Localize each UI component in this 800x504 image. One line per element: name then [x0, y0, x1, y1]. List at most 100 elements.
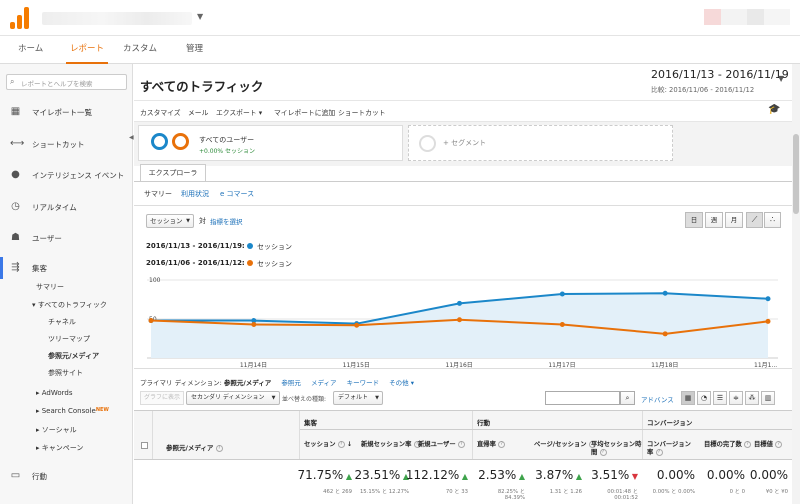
- data-point: [457, 317, 462, 323]
- help-icon[interactable]: ?: [775, 440, 783, 448]
- account-selector[interactable]: [42, 12, 192, 25]
- advanced-filter-link[interactable]: アドバンス: [641, 394, 674, 404]
- sidebar-sub-campaign[interactable]: ▸ キャンペーン: [36, 443, 83, 453]
- help-icon[interactable]: ?: [337, 440, 345, 448]
- analytics-logo-icon[interactable]: [10, 7, 30, 29]
- term-cloud-icon[interactable]: ⁂: [745, 391, 759, 405]
- sidebar-sub-referrals[interactable]: 参照サイト: [48, 368, 83, 378]
- dimension-link-keyword[interactable]: キーワード: [347, 379, 380, 387]
- sidebar-sub-adwords[interactable]: ▸ AdWords: [36, 389, 73, 397]
- sidebar-item-my-reports[interactable]: ▦ マイレポート一覧: [0, 102, 133, 122]
- column-header[interactable]: ページ/セッション ?: [534, 439, 596, 448]
- sidebar-sub-summary[interactable]: サマリー: [36, 282, 64, 292]
- dimension-header[interactable]: 参照元/メディア ?: [166, 442, 223, 452]
- tab-explorer[interactable]: エクスプローラ: [140, 164, 206, 182]
- pivot-view-icon[interactable]: ▥: [761, 391, 775, 405]
- column-header[interactable]: 直帰率 ?: [477, 439, 506, 448]
- table-controls: グラフに表示 セカンダリ ディメンション ▼ 並べ替えの種類: デフォルト ▼ ⌕ …: [134, 389, 792, 409]
- scrollbar[interactable]: [792, 64, 800, 504]
- add-segment[interactable]: + セグメント: [408, 125, 673, 161]
- select-all-checkbox[interactable]: [141, 442, 148, 449]
- subtab-ecommerce[interactable]: e コマース: [220, 189, 254, 199]
- sidebar-item-audience[interactable]: ☗ ユーザー: [0, 228, 133, 248]
- column-header[interactable]: 新規セッション率 ?: [361, 439, 421, 448]
- total-value-text: 0.00%: [706, 468, 745, 482]
- segment-card-all-users[interactable]: すべてのユーザー +0.00% セッション: [138, 125, 403, 161]
- column-header[interactable]: 目標値 ?: [754, 439, 783, 448]
- dimension-link-medium[interactable]: メディア: [311, 379, 337, 387]
- tab-home[interactable]: ホーム: [18, 36, 43, 64]
- add-to-dashboard-button[interactable]: マイレポートに追加: [274, 107, 335, 117]
- motion-chart-icon[interactable]: ∴: [764, 212, 781, 228]
- graduation-cap-icon[interactable]: 🎓: [768, 104, 780, 115]
- customize-button[interactable]: カスタマイズ: [140, 107, 181, 117]
- sidebar-sub-social[interactable]: ▸ ソーシャル: [36, 425, 77, 435]
- period-month-button[interactable]: 月: [725, 212, 743, 228]
- sidebar-item-intelligence[interactable]: ● インテリジェンス イベント: [0, 165, 133, 185]
- subtab-usage[interactable]: 利用状況: [181, 189, 209, 199]
- table-search-input[interactable]: [545, 391, 620, 405]
- sidebar-sub-source-medium[interactable]: 参照元/メディア: [48, 351, 99, 361]
- metric-select[interactable]: セッション ▼: [146, 214, 194, 228]
- total-value: 23.51% ▲: [355, 468, 409, 482]
- period-week-button[interactable]: 週: [705, 212, 723, 228]
- column-header[interactable]: セッション ? ↓: [304, 439, 352, 448]
- sidebar-sub-all-traffic[interactable]: ▾ すべてのトラフィック: [32, 300, 107, 310]
- report-search[interactable]: ⌕ レポートとヘルプを検索: [6, 74, 127, 90]
- scrollbar-thumb[interactable]: [793, 134, 799, 214]
- tab-admin[interactable]: 管理: [186, 36, 203, 64]
- sort-descending-icon[interactable]: ↓: [345, 441, 352, 448]
- sidebar-sub-channel[interactable]: チャネル: [48, 317, 76, 327]
- segment-area: すべてのユーザー +0.00% セッション + セグメント: [134, 122, 792, 166]
- dimension-link-source[interactable]: 参照元: [281, 379, 301, 387]
- date-picker-caret-icon[interactable]: ▼: [778, 74, 784, 83]
- subtab-summary[interactable]: サマリー: [144, 189, 172, 199]
- column-header[interactable]: 新規ユーザー ?: [418, 439, 465, 448]
- sidebar-item-label: リアルタイム: [32, 203, 77, 212]
- sort-type-select[interactable]: デフォルト ▼: [333, 391, 384, 405]
- shortcut-button[interactable]: ショートカット: [338, 107, 386, 117]
- account-caret-icon[interactable]: ▼: [197, 12, 203, 21]
- trend-up-icon: ▲: [343, 472, 352, 481]
- secondary-dimension-select[interactable]: セカンダリ ディメンション ▼: [186, 391, 280, 405]
- column-header[interactable]: 目標の完了数 ?: [704, 439, 751, 448]
- tab-custom[interactable]: カスタム: [123, 36, 157, 64]
- line-chart-icon[interactable]: ⟋: [746, 212, 763, 228]
- tab-reports[interactable]: レポート: [66, 36, 109, 64]
- search-icon[interactable]: ⌕: [620, 391, 635, 405]
- select-metric-link[interactable]: 指標を選択: [210, 216, 243, 226]
- help-icon[interactable]: ?: [457, 440, 465, 448]
- sidebar-sub-treemap[interactable]: ツリーマップ: [48, 334, 90, 344]
- metric-select-value: セッション: [150, 217, 183, 225]
- help-icon[interactable]: ?: [655, 448, 663, 456]
- compare-range[interactable]: 比較: 2016/11/06 - 2016/11/12: [651, 84, 754, 94]
- table-view-icon[interactable]: ▦: [681, 391, 695, 405]
- export-button[interactable]: エクスポート ▾: [216, 107, 262, 117]
- comparison-view-icon[interactable]: ≑: [729, 391, 743, 405]
- sidebar-item-acquisition[interactable]: ⇶ 集客: [0, 258, 133, 278]
- segment-name: すべてのユーザー: [199, 136, 255, 144]
- pie-view-icon[interactable]: ◔: [697, 391, 711, 405]
- sidebar-item-behavior[interactable]: ▭ 行動: [0, 466, 133, 486]
- dimension-link-other[interactable]: その他 ▾: [389, 379, 414, 387]
- sidebar-item-realtime[interactable]: ◷ リアルタイム: [0, 197, 133, 217]
- user-account[interactable]: [704, 9, 790, 25]
- x-tick-label: 11月14日: [240, 362, 267, 369]
- sidebar-item-label: ショートカット: [32, 140, 85, 149]
- total-value: 3.51% ▼: [591, 468, 638, 482]
- help-icon[interactable]: ?: [215, 444, 223, 452]
- email-button[interactable]: メール: [188, 107, 208, 117]
- top-bar: ▼: [0, 0, 800, 36]
- bar-view-icon[interactable]: ☰: [713, 391, 727, 405]
- totals-row: 71.75% ▲ 462 と 269 23.51% ▲ 15.15% と 12.27%…: [134, 459, 792, 504]
- help-icon[interactable]: ?: [599, 448, 607, 456]
- sidebar-sub-search-console[interactable]: ▸ Search ConsoleNEW: [36, 407, 109, 415]
- total-compare-text: 84.39%: [504, 495, 525, 501]
- date-range[interactable]: 2016/11/13 - 2016/11/19: [651, 68, 789, 81]
- sidebar-item-label: マイレポート一覧: [32, 108, 92, 117]
- help-icon[interactable]: ?: [743, 440, 751, 448]
- sidebar-item-shortcuts[interactable]: ⟷ ショートカット: [0, 134, 133, 154]
- plot-rows-button[interactable]: グラフに表示: [140, 391, 185, 405]
- period-day-button[interactable]: 日: [685, 212, 703, 228]
- help-icon[interactable]: ?: [498, 440, 506, 448]
